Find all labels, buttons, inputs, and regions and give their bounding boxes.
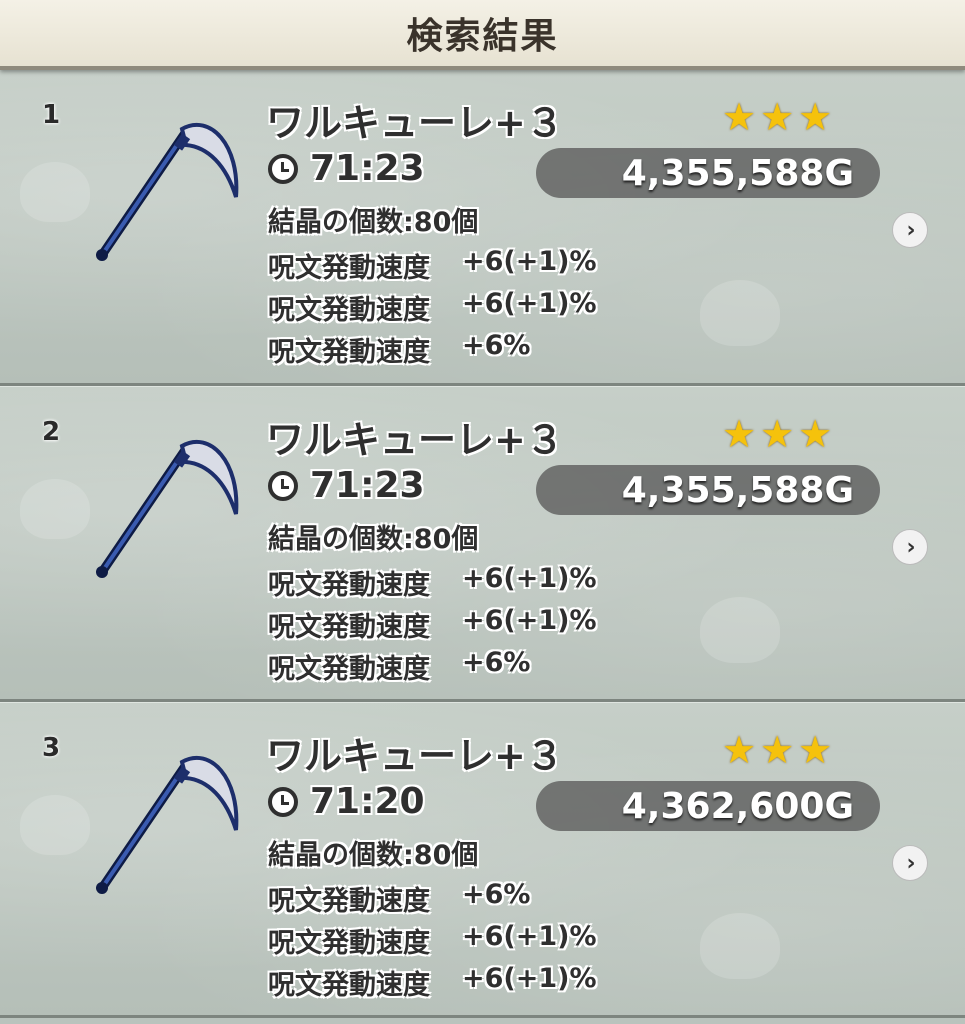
effect-name: 呪文発動速度: [268, 253, 430, 284]
effect-name: 呪文発動速度: [268, 886, 430, 917]
item-name: ワルキューレ+３: [266, 734, 564, 778]
star-icon: ★: [798, 412, 833, 456]
effect-name: 呪文発動速度: [268, 928, 430, 959]
result-row[interactable]: 2 ワルキューレ+３ ★ ★ ★ 71:23 4,355,588G 結晶の個数:…: [0, 386, 965, 702]
effect-name: 呪文発動速度: [268, 295, 430, 326]
page-title: 検索結果: [406, 16, 559, 57]
result-rank: 1: [42, 100, 61, 130]
chevron-right-icon: ›: [906, 534, 916, 560]
star-icon: ★: [760, 728, 795, 772]
item-name: ワルキューレ+３: [266, 418, 564, 462]
effect-name: 呪文発動速度: [268, 337, 430, 368]
effect-line: 呪文発動速度 +6(+1)%: [268, 963, 597, 1005]
time-remaining: 71:23: [268, 465, 425, 506]
effect-list: 呪文発動速度 +6% 呪文発動速度 +6(+1)% 呪文発動速度 +6(+1)%: [268, 879, 597, 1005]
effect-name: 呪文発動速度: [268, 570, 430, 601]
price-badge: 4,362,600G: [536, 781, 880, 831]
background-slime-decoration: [20, 479, 90, 539]
effect-value: +6(+1)%: [462, 963, 597, 994]
background-slime-decoration: [20, 162, 90, 222]
clock-icon: [268, 786, 298, 817]
result-rank: 2: [42, 417, 61, 447]
crystal-count: 結晶の個数:80個: [268, 840, 479, 871]
price-value: 4,355,588G: [621, 469, 854, 511]
background-slime-decoration: [700, 913, 780, 979]
clock-icon: [268, 470, 298, 501]
result-row[interactable]: 1 ワルキューレ+３ ★ ★ ★ 71:23 4,355,588G 結晶の個数:…: [0, 70, 965, 386]
effect-value: +6(+1)%: [462, 605, 597, 636]
background-slime-decoration: [700, 280, 780, 346]
effect-line: 呪文発動速度 +6%: [268, 647, 597, 689]
star-icon: ★: [722, 95, 757, 139]
result-row[interactable]: 3 ワルキューレ+３ ★ ★ ★ 71:20 4,362,600G 結晶の個数:…: [0, 702, 965, 1018]
price-badge: 4,355,588G: [536, 465, 880, 515]
star-icon: ★: [722, 412, 757, 456]
time-remaining: 71:23: [268, 148, 425, 189]
time-value: 71:23: [310, 465, 425, 506]
detail-button[interactable]: ›: [892, 529, 928, 565]
chevron-right-icon: ›: [906, 217, 916, 243]
price-value: 4,362,600G: [621, 785, 854, 827]
effect-line: 呪文発動速度 +6(+1)%: [268, 605, 597, 647]
time-value: 71:20: [310, 781, 425, 822]
time-value: 71:23: [310, 148, 425, 189]
effect-value: +6%: [462, 879, 531, 910]
time-remaining: 71:20: [268, 781, 425, 822]
price-badge: 4,355,588G: [536, 148, 880, 198]
scythe-icon: [96, 755, 239, 894]
effect-value: +6(+1)%: [462, 921, 597, 952]
effect-line: 呪文発動速度 +6%: [268, 330, 597, 372]
result-list: 1 ワルキューレ+３ ★ ★ ★ 71:23 4,355,588G 結晶の個数:…: [0, 70, 965, 1018]
effect-value: +6(+1)%: [462, 288, 597, 319]
effect-value: +6%: [462, 647, 531, 678]
effect-list: 呪文発動速度 +6(+1)% 呪文発動速度 +6(+1)% 呪文発動速度 +6%: [268, 563, 597, 689]
effect-value: +6(+1)%: [462, 246, 597, 277]
result-rank: 3: [42, 733, 61, 763]
detail-button[interactable]: ›: [892, 845, 928, 881]
item-name: ワルキューレ+３: [266, 101, 564, 145]
crystal-count: 結晶の個数:80個: [268, 524, 479, 555]
effect-line: 呪文発動速度 +6(+1)%: [268, 921, 597, 963]
effect-name: 呪文発動速度: [268, 654, 430, 685]
effect-line: 呪文発動速度 +6%: [268, 879, 597, 921]
rarity-stars: ★ ★ ★: [722, 731, 832, 769]
effect-name: 呪文発動速度: [268, 970, 430, 1001]
star-icon: ★: [760, 412, 795, 456]
rarity-stars: ★ ★ ★: [722, 98, 832, 136]
detail-button[interactable]: ›: [892, 212, 928, 248]
star-icon: ★: [798, 728, 833, 772]
effect-line: 呪文発動速度 +6(+1)%: [268, 246, 597, 288]
background-slime-decoration: [20, 795, 90, 855]
background-slime-decoration: [700, 597, 780, 663]
effect-list: 呪文発動速度 +6(+1)% 呪文発動速度 +6(+1)% 呪文発動速度 +6%: [268, 246, 597, 372]
rarity-stars: ★ ★ ★: [722, 415, 832, 453]
star-icon: ★: [722, 728, 757, 772]
clock-icon: [268, 153, 298, 184]
star-icon: ★: [798, 95, 833, 139]
effect-line: 呪文発動速度 +6(+1)%: [268, 288, 597, 330]
scythe-icon: [96, 122, 239, 261]
header-bar: 検索結果: [0, 0, 965, 70]
effect-name: 呪文発動速度: [268, 612, 430, 643]
price-value: 4,355,588G: [621, 152, 854, 194]
effect-value: +6(+1)%: [462, 563, 597, 594]
crystal-count: 結晶の個数:80個: [268, 207, 479, 238]
star-icon: ★: [760, 95, 795, 139]
chevron-right-icon: ›: [906, 850, 916, 876]
effect-line: 呪文発動速度 +6(+1)%: [268, 563, 597, 605]
scythe-icon: [96, 439, 239, 578]
effect-value: +6%: [462, 330, 531, 361]
